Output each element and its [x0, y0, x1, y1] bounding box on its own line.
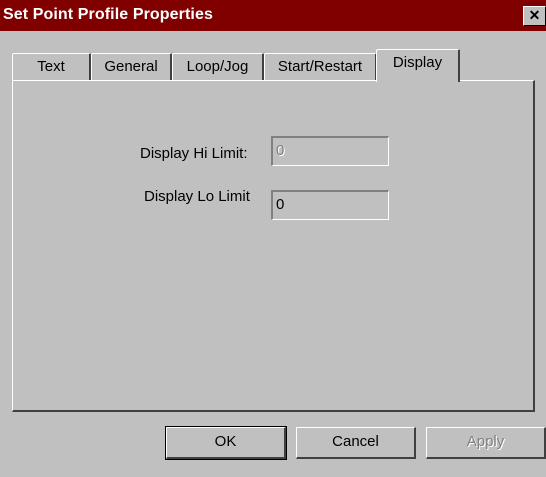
tab-text-label: Text [37, 58, 65, 75]
cancel-button[interactable]: Cancel [296, 427, 416, 459]
close-button[interactable]: ✕ [523, 6, 546, 26]
tab-loop-jog[interactable]: Loop/Jog [172, 53, 264, 81]
ok-button[interactable]: OK [165, 426, 287, 460]
tab-text[interactable]: Text [12, 53, 91, 81]
display-tab-panel: Display Hi Limit: 0 Display Lo Limit 0 [12, 80, 535, 412]
display-lo-limit-field[interactable]: 0 [271, 190, 389, 220]
tab-start-restart-label: Start/Restart [277, 58, 363, 75]
tab-start-restart[interactable]: Start/Restart [264, 53, 377, 81]
display-lo-limit-label: Display Lo Limit [144, 188, 250, 205]
tab-loop-jog-label: Loop/Jog [186, 58, 249, 75]
close-icon: ✕ [528, 7, 541, 23]
window-title: Set Point Profile Properties [3, 6, 213, 23]
display-hi-limit-field[interactable]: 0 [271, 136, 389, 166]
apply-button[interactable]: Apply [426, 427, 546, 459]
display-hi-limit-label: Display Hi Limit: [140, 145, 248, 162]
title-bar: Set Point Profile Properties ✕ [0, 0, 546, 31]
tab-display[interactable]: Display [376, 49, 460, 82]
tab-general[interactable]: General [91, 53, 172, 81]
tab-general-label: General [104, 58, 158, 75]
tab-display-label: Display [392, 54, 443, 71]
